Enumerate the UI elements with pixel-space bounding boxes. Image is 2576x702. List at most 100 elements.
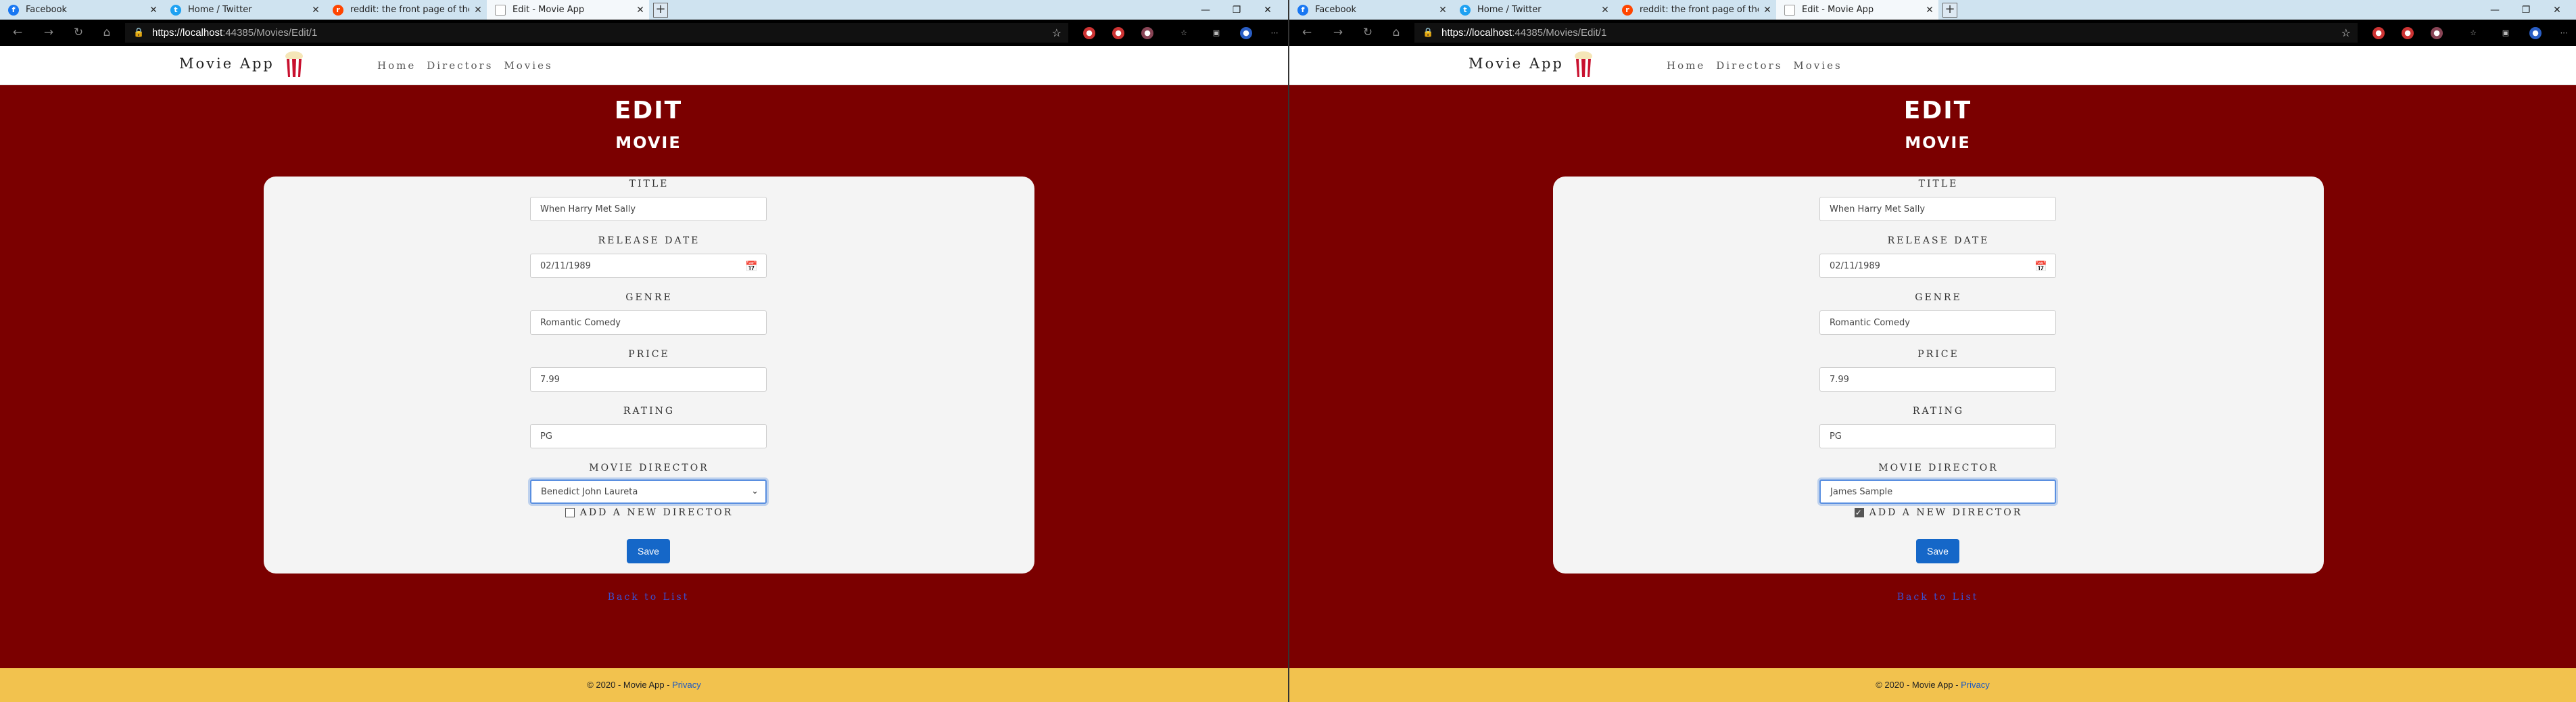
add-director-checkbox[interactable] — [565, 508, 575, 517]
price-input[interactable]: 7.99 — [1819, 367, 2056, 392]
profile-icon[interactable]: ● — [1240, 27, 1252, 39]
footer: © 2020 - Movie App - Privacy — [1289, 668, 2576, 702]
genre-input[interactable]: Romantic Comedy — [530, 310, 767, 335]
release-date-input[interactable]: 02/11/1989 📅 — [1819, 254, 2056, 278]
address-bar[interactable]: 🔒 https://localhost:44385/Movies/Edit/1 … — [1414, 23, 2358, 43]
nav-home[interactable]: Home — [377, 60, 416, 72]
rating-input[interactable]: PG — [1819, 424, 2056, 448]
tab-label: reddit: the front page of the inte — [350, 5, 469, 15]
release-date-input[interactable]: 02/11/1989 📅 — [530, 254, 767, 278]
close-window-icon[interactable]: ✕ — [2542, 5, 2573, 16]
title-input[interactable]: When Harry Met Sally — [1819, 197, 2056, 221]
tab-label: reddit: the front page of the inte — [1640, 5, 1759, 15]
extension-icon[interactable]: ● — [1083, 27, 1095, 39]
tab-facebook[interactable]: f Facebook ✕ — [0, 0, 162, 20]
extension-icon[interactable]: ● — [2402, 27, 2414, 39]
profile-icon[interactable]: ● — [2529, 27, 2542, 39]
close-icon[interactable]: ✕ — [307, 5, 325, 16]
minimize-icon[interactable]: — — [2479, 5, 2510, 16]
close-icon[interactable]: ✕ — [1596, 5, 1614, 16]
nav-directors[interactable]: Directors — [427, 60, 493, 72]
collections-icon[interactable]: ▣ — [2500, 27, 2512, 39]
tab-edit-movie-app[interactable]: Edit - Movie App ✕ — [487, 0, 649, 20]
add-director-checkbox[interactable]: ✓ — [1854, 508, 1864, 517]
maximize-icon[interactable]: ❐ — [1221, 5, 1252, 16]
add-director-label[interactable]: ADD A NEW DIRECTOR — [580, 507, 733, 518]
price-input[interactable]: 7.99 — [530, 367, 767, 392]
privacy-link[interactable]: Privacy — [672, 680, 701, 690]
back-to-list-link[interactable]: Back to List — [0, 592, 1297, 603]
title-input[interactable]: When Harry Met Sally — [530, 197, 767, 221]
forward-arrow-icon[interactable]: → — [42, 26, 55, 39]
nav-movies[interactable]: Movies — [1793, 60, 1842, 72]
new-tab-button[interactable]: + — [653, 3, 668, 18]
save-button[interactable]: Save — [627, 539, 670, 563]
close-window-icon[interactable]: ✕ — [1252, 5, 1283, 16]
tab-twitter[interactable]: t Home / Twitter ✕ — [162, 0, 325, 20]
brand-link[interactable]: Movie App — [179, 55, 275, 72]
brand-link[interactable]: Movie App — [1469, 55, 1564, 72]
calendar-icon[interactable]: 📅 — [745, 260, 758, 273]
favorite-star-icon[interactable]: ☆ — [2341, 26, 2351, 39]
extension-icon[interactable]: ● — [2431, 27, 2443, 39]
nav-directors[interactable]: Directors — [1716, 60, 1782, 72]
close-icon[interactable]: ✕ — [1759, 5, 1776, 16]
new-tab-button[interactable]: + — [1942, 3, 1957, 18]
calendar-icon[interactable]: 📅 — [2034, 260, 2047, 273]
page-subtitle: MOVIE — [615, 133, 682, 152]
more-menu-icon[interactable]: ⋯ — [1268, 27, 1281, 39]
genre-input[interactable]: Romantic Comedy — [1819, 310, 2056, 335]
tab-label: Edit - Movie App — [512, 5, 585, 15]
refresh-icon[interactable]: ↻ — [1361, 26, 1375, 39]
refresh-icon[interactable]: ↻ — [72, 26, 85, 39]
close-icon[interactable]: ✕ — [1434, 5, 1452, 16]
favorites-icon[interactable]: ☆ — [1178, 27, 1190, 39]
privacy-link[interactable]: Privacy — [1961, 680, 1990, 690]
favorites-icon[interactable]: ☆ — [2467, 27, 2479, 39]
forward-arrow-icon[interactable]: → — [1331, 26, 1345, 39]
tab-reddit[interactable]: r reddit: the front page of the inte ✕ — [1614, 0, 1776, 20]
tab-label: Facebook — [26, 5, 68, 15]
back-arrow-icon[interactable]: ← — [1300, 26, 1314, 39]
tab-label: Home / Twitter — [188, 5, 252, 15]
rating-input[interactable]: PG — [530, 424, 767, 448]
back-to-list-link[interactable]: Back to List — [1289, 592, 2576, 603]
close-icon[interactable]: ✕ — [1921, 5, 1938, 16]
footer-text: © 2020 - Movie App - — [1876, 680, 1961, 690]
close-icon[interactable]: ✕ — [469, 5, 487, 16]
tab-strip: f Facebook ✕ t Home / Twitter ✕ r reddit… — [0, 0, 1288, 20]
extension-icon[interactable]: ● — [1112, 27, 1124, 39]
tab-twitter[interactable]: t Home / Twitter ✕ — [1452, 0, 1614, 20]
tab-edit-movie-app[interactable]: Edit - Movie App ✕ — [1776, 0, 1938, 20]
address-toolbar: ← → ↻ ⌂ 🔒 https://localhost:44385/Movies… — [0, 20, 1288, 46]
extension-icon[interactable]: ● — [1141, 27, 1153, 39]
close-icon[interactable]: ✕ — [145, 5, 162, 16]
window-controls: — ❐ ✕ — [2479, 0, 2573, 20]
back-arrow-icon[interactable]: ← — [11, 26, 24, 39]
page-title: EDIT — [1903, 97, 1972, 124]
tab-facebook[interactable]: f Facebook ✕ — [1289, 0, 1452, 20]
collections-icon[interactable]: ▣ — [1210, 27, 1222, 39]
reddit-icon: r — [1622, 4, 1633, 16]
nav-movies[interactable]: Movies — [504, 60, 552, 72]
tab-reddit[interactable]: r reddit: the front page of the inte ✕ — [325, 0, 487, 20]
page-icon — [1784, 4, 1795, 16]
close-icon[interactable]: ✕ — [631, 5, 649, 16]
maximize-icon[interactable]: ❐ — [2510, 5, 2542, 16]
rating-label: RATING — [1912, 406, 1965, 417]
address-bar[interactable]: 🔒 https://localhost:44385/Movies/Edit/1 … — [125, 23, 1068, 43]
minimize-icon[interactable]: — — [1190, 5, 1221, 16]
home-icon[interactable]: ⌂ — [1389, 26, 1403, 39]
favorite-star-icon[interactable]: ☆ — [1052, 26, 1062, 39]
new-director-input[interactable]: James Sample — [1819, 479, 2056, 504]
window-controls: — ❐ ✕ — [1190, 0, 1283, 20]
more-menu-icon[interactable]: ⋯ — [2558, 27, 2570, 39]
save-button[interactable]: Save — [1916, 539, 1959, 563]
home-icon[interactable]: ⌂ — [100, 26, 114, 39]
nav-home[interactable]: Home — [1667, 60, 1705, 72]
director-select[interactable]: Benedict John Laureta ⌄ — [530, 479, 767, 504]
extension-icon[interactable]: ● — [2372, 27, 2385, 39]
genre-label: GENRE — [625, 292, 673, 303]
tab-strip: f Facebook ✕ t Home / Twitter ✕ r reddit… — [1289, 0, 2576, 20]
add-director-label[interactable]: ADD A NEW DIRECTOR — [1869, 507, 2022, 518]
